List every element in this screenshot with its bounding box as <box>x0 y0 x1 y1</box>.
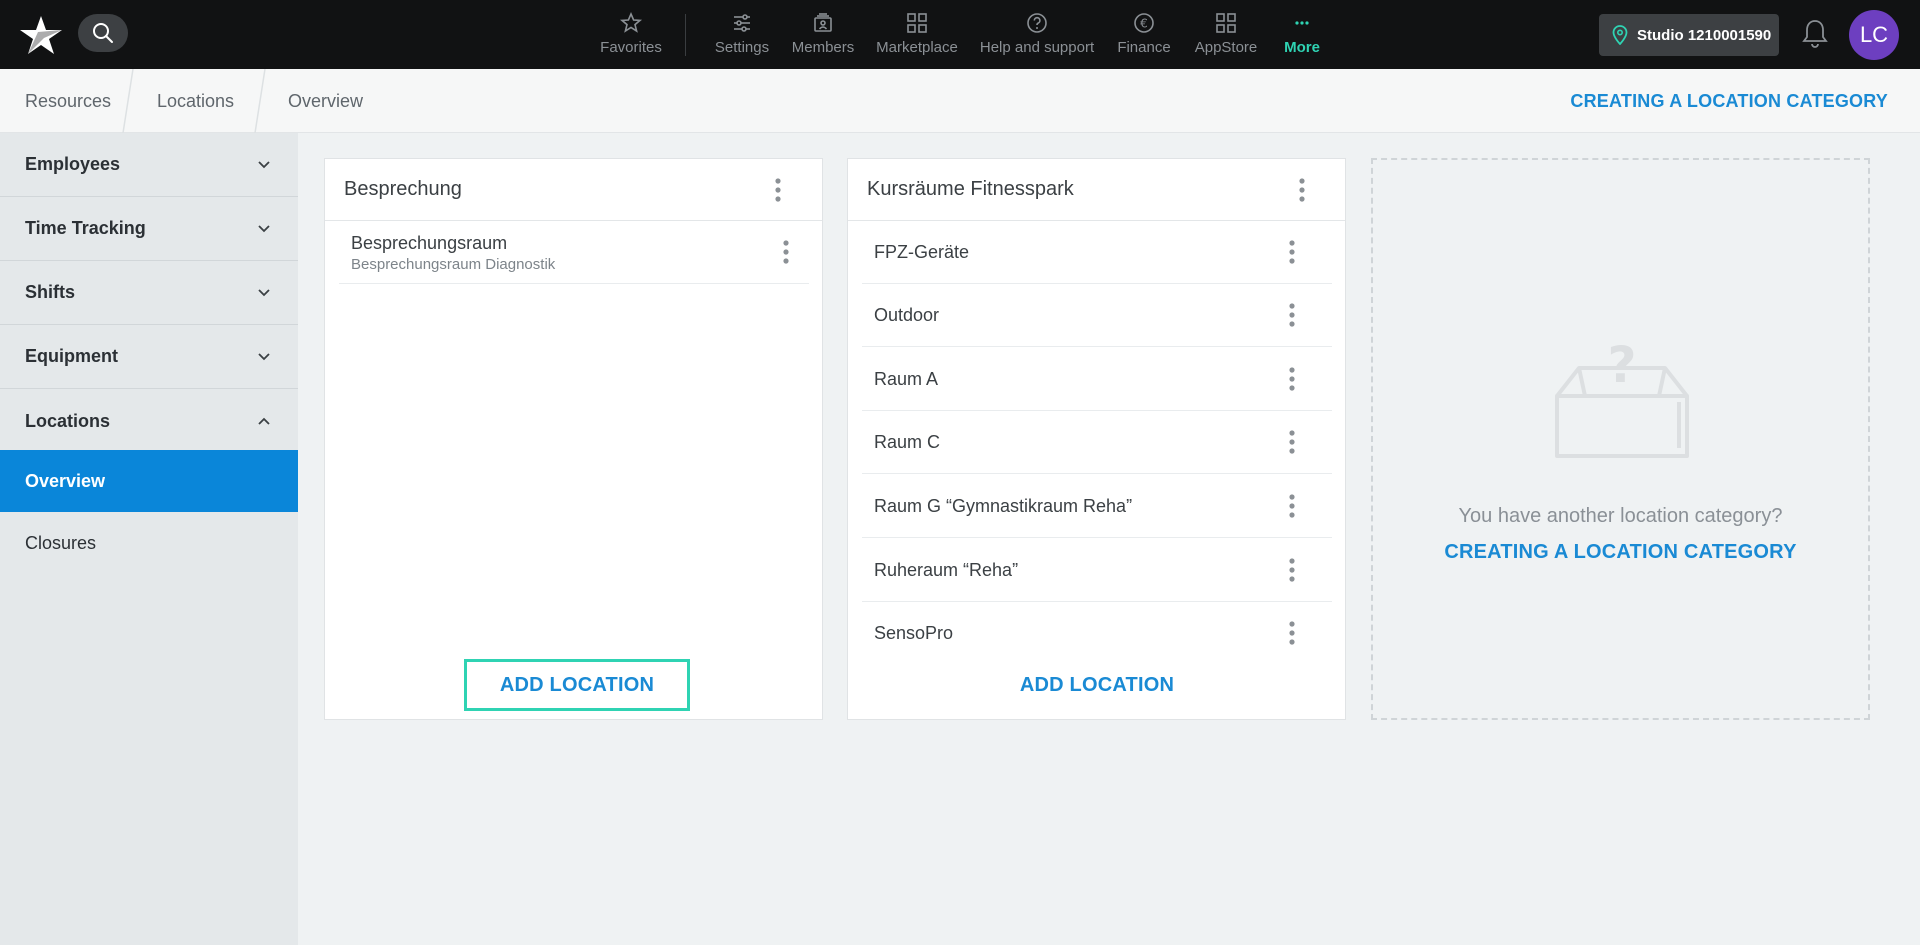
location-name: Besprechungsraum <box>351 233 508 253</box>
nav-favorites[interactable]: Favorites <box>591 0 671 69</box>
nav-label: AppStore <box>1194 39 1258 56</box>
sidebar-item-time-tracking[interactable]: Time Tracking <box>0 197 298 261</box>
top-bar: Favorites Settings Members Marketplace H… <box>0 0 1920 69</box>
breadcrumb-resources[interactable]: Resources <box>25 69 111 133</box>
nav-marketplace[interactable]: Marketplace <box>869 0 965 69</box>
svg-text:€: € <box>1140 17 1148 31</box>
chevron-up-icon <box>258 417 270 425</box>
location-description: Besprechungsraum Diagnostik <box>351 256 556 273</box>
sidebar-subitem-overview[interactable]: Overview <box>0 450 298 512</box>
breadcrumb-separator <box>254 69 266 133</box>
list-item[interactable]: FPZ-Geräte <box>862 221 1332 284</box>
sidebar-item-employees[interactable]: Employees <box>0 133 298 197</box>
sidebar-item-label: Equipment <box>25 346 118 366</box>
nav-label: Favorites <box>600 39 662 56</box>
sidebar-item-label: Employees <box>25 154 121 174</box>
sidebar-item-label: Shifts <box>25 282 76 302</box>
nav-label: Settings <box>714 39 770 56</box>
search-button[interactable] <box>78 14 128 52</box>
chevron-down-icon <box>258 225 270 233</box>
location-name: FPZ-Geräte <box>874 242 970 262</box>
location-name: Ruheraum “Reha” <box>874 560 1019 580</box>
nav-more[interactable]: More <box>1272 0 1332 69</box>
search-icon <box>93 23 113 43</box>
kebab-menu-icon[interactable] <box>776 237 796 267</box>
chevron-down-icon <box>258 353 270 361</box>
list-item[interactable]: SensoPro <box>862 602 1332 665</box>
nav-label: Finance <box>1117 39 1171 56</box>
kebab-menu-icon[interactable] <box>1292 175 1312 205</box>
add-category-placeholder: ? You have another location category? CR… <box>1371 158 1870 720</box>
sidebar-item-label: Locations <box>25 410 111 431</box>
grid-icon <box>907 13 927 33</box>
nav-finance[interactable]: € Finance <box>1110 0 1178 69</box>
empty-box-icon: ? <box>1555 338 1689 458</box>
location-name: Raum G “Gymnastikraum Reha” <box>874 496 1133 516</box>
empty-message: You have another location category? <box>1458 505 1783 527</box>
members-icon <box>814 13 832 32</box>
euro-icon: € <box>1134 13 1154 33</box>
nav-divider <box>685 14 686 56</box>
card-title: Besprechung <box>325 159 822 221</box>
list-item[interactable]: Besprechungsraum Besprechungsraum Diagno… <box>339 221 809 284</box>
list-item[interactable]: Raum C <box>862 411 1332 474</box>
kebab-menu-icon[interactable] <box>1282 300 1302 330</box>
nav-appstore[interactable]: AppStore <box>1186 0 1266 69</box>
location-name: Raum C <box>874 432 941 452</box>
nav-label: Help and support <box>979 39 1095 56</box>
list-item[interactable]: Outdoor <box>862 284 1332 347</box>
kebab-menu-icon[interactable] <box>1282 555 1302 585</box>
help-icon <box>1027 13 1047 33</box>
breadcrumb-overview: Overview <box>288 90 364 111</box>
avatar[interactable]: LC <box>1849 10 1899 60</box>
location-pin-icon <box>1612 25 1628 45</box>
location-name: Outdoor <box>874 305 940 325</box>
chevron-down-icon <box>258 161 270 169</box>
sidebar-item-locations[interactable]: Locations <box>0 389 298 453</box>
kebab-menu-icon[interactable] <box>1282 364 1302 394</box>
apps-icon <box>1216 13 1236 33</box>
kebab-menu-icon[interactable] <box>768 175 788 205</box>
svg-text:?: ? <box>1607 338 1636 394</box>
list-item[interactable]: Raum G “Gymnastikraum Reha” <box>862 475 1332 538</box>
nav-members[interactable]: Members <box>785 0 861 69</box>
list-item[interactable]: Raum A <box>862 348 1332 411</box>
nav-label: Marketplace <box>876 39 958 56</box>
location-category-card: Besprechung Besprechungsraum Besprechung… <box>324 158 823 720</box>
nav-settings[interactable]: Settings <box>705 0 779 69</box>
chevron-down-icon <box>258 289 270 297</box>
kebab-menu-icon[interactable] <box>1282 427 1302 457</box>
create-location-category-button[interactable]: CREATING A LOCATION CATEGORY <box>1373 541 1868 564</box>
list-item[interactable]: Ruheraum “Reha” <box>862 539 1332 602</box>
sliders-icon <box>734 14 750 32</box>
sidebar: Employees Time Tracking Shifts Equipment… <box>0 133 298 945</box>
kebab-menu-icon[interactable] <box>1282 237 1302 267</box>
add-location-button[interactable]: ADD LOCATION <box>984 662 1210 708</box>
nav-label: Members <box>791 39 855 56</box>
kebab-menu-icon[interactable] <box>1282 618 1302 648</box>
studio-selector[interactable]: Studio 1210001590 <box>1599 14 1779 56</box>
logo-star-icon[interactable] <box>18 14 64 56</box>
sidebar-item-equipment[interactable]: Equipment <box>0 325 298 389</box>
star-icon <box>619 11 643 33</box>
nav-label: More <box>1284 39 1320 56</box>
card-title: Kursräume Fitnesspark <box>848 159 1345 221</box>
add-location-button[interactable]: ADD LOCATION <box>464 659 690 711</box>
bell-icon[interactable] <box>1800 18 1830 50</box>
studio-label: Studio 1210001590 <box>1637 26 1772 44</box>
kebab-menu-icon[interactable] <box>1282 491 1302 521</box>
create-location-category-link[interactable]: CREATING A LOCATION CATEGORY <box>1570 69 1888 133</box>
location-category-card: Kursräume Fitnesspark FPZ-Geräte Outdoor… <box>847 158 1346 720</box>
breadcrumb: Resources Locations Overview CREATING A … <box>0 69 1920 133</box>
more-icon <box>1295 21 1309 25</box>
location-name: SensoPro <box>874 623 954 643</box>
breadcrumb-locations[interactable]: Locations <box>157 69 234 133</box>
location-name: Raum A <box>874 369 939 389</box>
nav-help-and-support[interactable]: Help and support <box>972 0 1102 69</box>
sidebar-item-shifts[interactable]: Shifts <box>0 261 298 325</box>
breadcrumb-separator <box>122 69 134 133</box>
sidebar-item-label: Time Tracking <box>25 218 146 238</box>
sidebar-subitem-closures[interactable]: Closures <box>0 512 298 574</box>
